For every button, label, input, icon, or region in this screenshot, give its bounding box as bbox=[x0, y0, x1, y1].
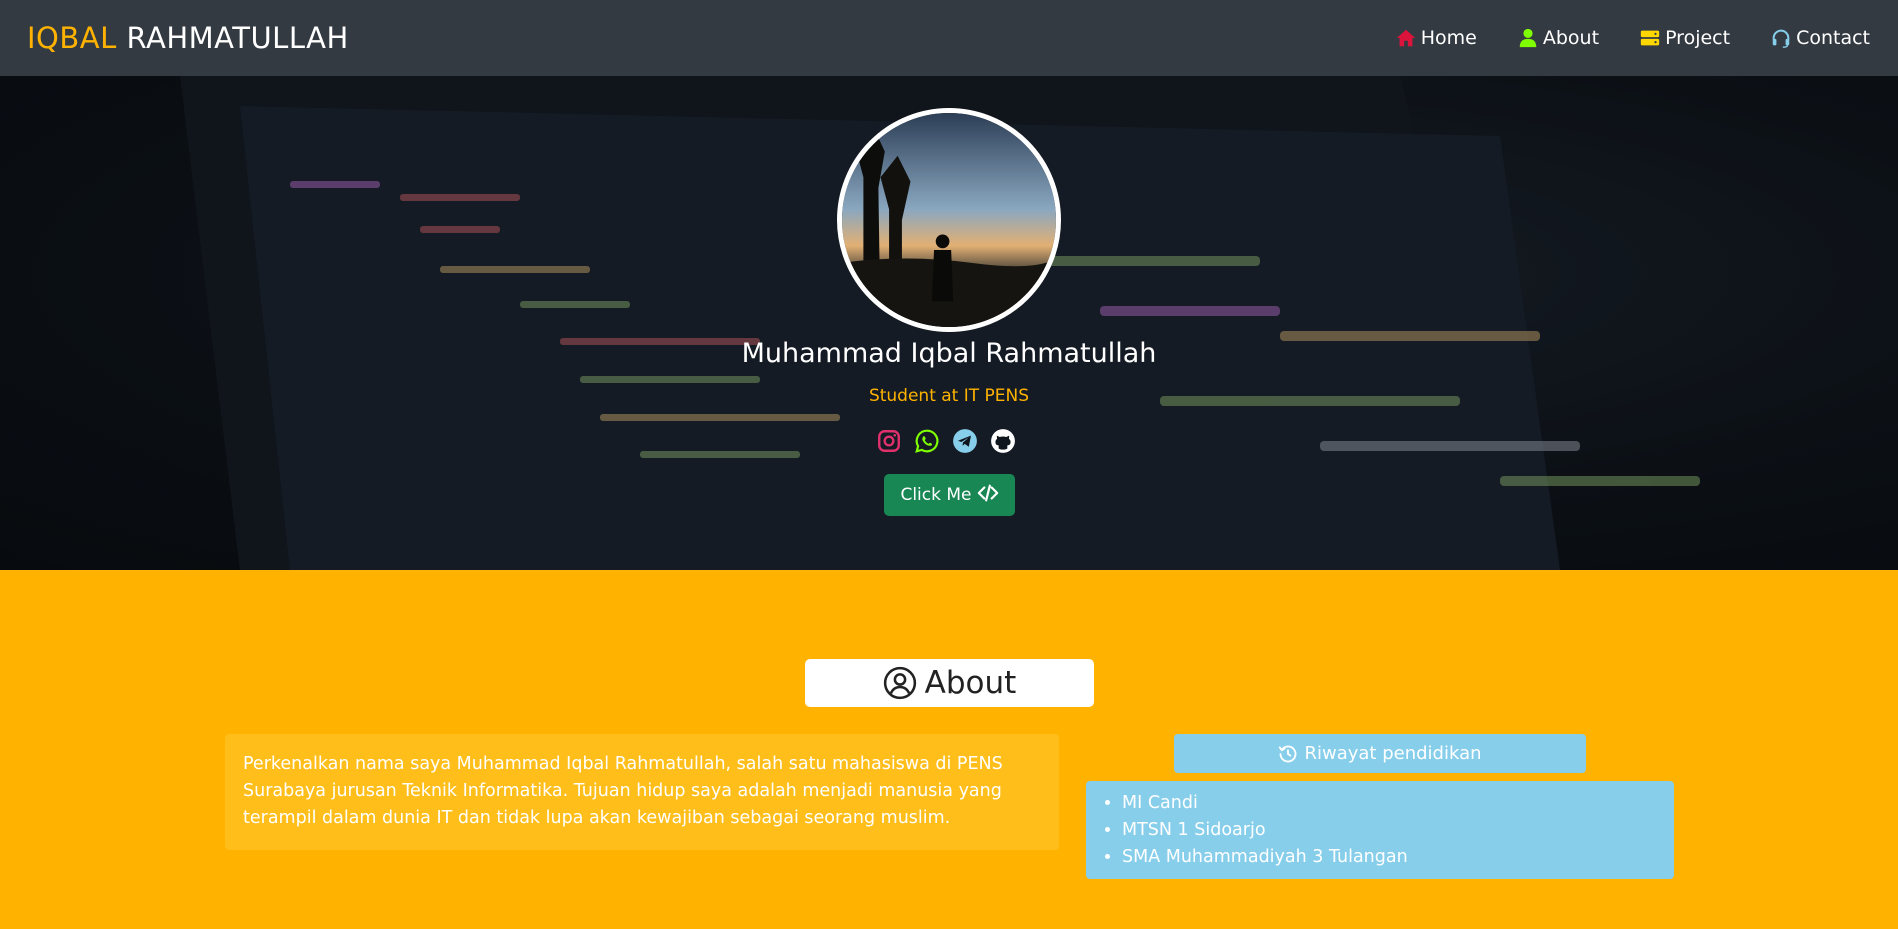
nav-about[interactable]: About bbox=[1517, 27, 1599, 49]
nav-about-label: About bbox=[1542, 27, 1600, 49]
click-me-button[interactable]: Click Me bbox=[884, 474, 1015, 516]
brand-first-name: IQBAL bbox=[27, 21, 117, 55]
navbar: IQBAL RAHMATULLAH Home About Project Con… bbox=[0, 0, 1898, 76]
education-item: SMA Muhammadiyah 3 Tulangan bbox=[1122, 844, 1674, 871]
telegram-icon[interactable] bbox=[952, 428, 978, 454]
hero-section: Muhammad Iqbal Rahmatullah Student at IT… bbox=[0, 76, 1898, 570]
headset-icon bbox=[1770, 27, 1792, 49]
user-icon bbox=[1517, 27, 1539, 49]
user-circle-icon bbox=[883, 666, 917, 700]
about-heading-label: About bbox=[924, 665, 1017, 701]
home-icon bbox=[1395, 27, 1417, 49]
instagram-icon[interactable] bbox=[876, 428, 902, 454]
brand-last-name: RAHMATULLAH bbox=[126, 21, 349, 55]
education-heading-label: Riwayat pendidikan bbox=[1304, 743, 1482, 764]
avatar bbox=[837, 108, 1061, 332]
click-me-label: Click Me bbox=[900, 485, 972, 505]
whatsapp-icon[interactable] bbox=[914, 428, 940, 454]
nav-home[interactable]: Home bbox=[1395, 27, 1477, 49]
education-item: MTSN 1 Sidoarjo bbox=[1122, 817, 1674, 844]
hero-name: Muhammad Iqbal Rahmatullah bbox=[741, 338, 1157, 369]
social-links bbox=[876, 428, 1016, 454]
nav-contact[interactable]: Contact bbox=[1770, 27, 1870, 49]
education-item: MI Candi bbox=[1122, 790, 1674, 817]
nav-project[interactable]: Project bbox=[1639, 27, 1730, 49]
education-list: MI Candi MTSN 1 Sidoarjo SMA Muhammadiya… bbox=[1086, 781, 1674, 879]
nav-menu: Home About Project Contact bbox=[1355, 27, 1870, 49]
history-icon bbox=[1278, 744, 1298, 764]
education-heading: Riwayat pendidikan bbox=[1174, 734, 1586, 773]
about-intro-text: Perkenalkan nama saya Muhammad Iqbal Rah… bbox=[225, 734, 1059, 850]
nav-contact-label: Contact bbox=[1796, 27, 1870, 49]
code-icon bbox=[977, 482, 999, 509]
hero-role: Student at IT PENS bbox=[868, 386, 1030, 406]
github-icon[interactable] bbox=[990, 428, 1016, 454]
nav-home-label: Home bbox=[1420, 27, 1477, 49]
brand-logo[interactable]: IQBAL RAHMATULLAH bbox=[27, 21, 349, 55]
server-icon bbox=[1639, 27, 1661, 49]
nav-project-label: Project bbox=[1665, 27, 1731, 49]
about-heading: About bbox=[805, 659, 1094, 707]
